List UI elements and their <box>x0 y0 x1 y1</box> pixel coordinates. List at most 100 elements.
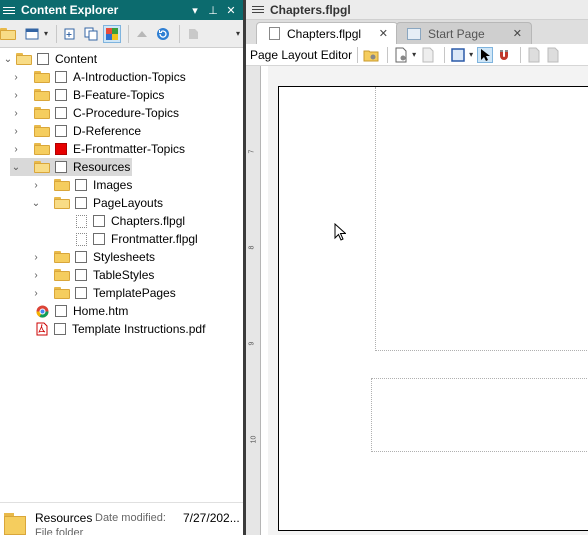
tree-item-label: E-Frontmatter-Topics <box>73 142 186 156</box>
checkbox[interactable] <box>75 287 87 299</box>
chevron-right-icon[interactable]: › <box>10 125 22 137</box>
chevron-right-icon[interactable]: › <box>10 143 22 155</box>
tree-item-e-frontmatter-topics[interactable]: › E-Frontmatter-Topics <box>10 140 240 158</box>
tree-item-stylesheets[interactable]: › Stylesheets <box>30 248 240 266</box>
tree-item-frontmatter-flpgl[interactable]: Frontmatter.flpgl <box>76 230 240 248</box>
tree-item-d-reference[interactable]: › D-Reference <box>10 122 240 140</box>
checkbox[interactable] <box>75 251 87 263</box>
chevron-right-icon[interactable]: › <box>30 269 42 281</box>
align-icon[interactable] <box>526 47 542 63</box>
dropdown-arrow-icon[interactable]: ▾ <box>189 4 201 17</box>
new-item-icon[interactable] <box>23 25 41 43</box>
tree-item-resources[interactable]: ⌄ Resources <box>10 158 132 176</box>
tree-item-tablestyles[interactable]: › TableStyles <box>30 266 240 284</box>
chevron-down-icon[interactable]: ⌄ <box>10 161 22 173</box>
tree-item-a-introduction-topics[interactable]: › A-Introduction-Topics <box>10 68 240 86</box>
tree-item-label: C-Procedure-Topics <box>73 106 180 120</box>
toolbar-separator <box>444 46 446 63</box>
page-layout-toolbar: Page Layout Editor ▾ ▾ <box>246 44 588 66</box>
checkbox[interactable] <box>55 125 67 137</box>
folder-open-icon <box>54 197 70 209</box>
close-icon[interactable]: ✕ <box>225 4 237 17</box>
chevron-right-icon[interactable]: › <box>10 107 22 119</box>
chevron-down-icon[interactable]: ⌄ <box>2 53 14 65</box>
tree-item-label: Chapters.flpgl <box>111 214 186 228</box>
tree-item-content[interactable]: ⌄ Content <box>2 50 242 68</box>
checkbox[interactable] <box>75 197 87 209</box>
page-icon[interactable] <box>393 47 409 63</box>
checkbox[interactable] <box>54 323 66 335</box>
copy-icon[interactable] <box>82 25 100 43</box>
chrome-icon <box>36 305 49 318</box>
details-pane: Resources Date modified: 7/27/202... Fil… <box>0 502 243 535</box>
folder-icon <box>34 107 50 119</box>
checkbox[interactable] <box>55 305 67 317</box>
chevron-down-icon[interactable]: ⌄ <box>30 197 42 209</box>
tree-item-label: B-Feature-Topics <box>73 88 165 102</box>
tab-chapters[interactable]: Chapters.flpgl ✕ <box>256 22 398 44</box>
checkbox[interactable] <box>75 269 87 281</box>
folder-settings-icon[interactable] <box>363 47 379 63</box>
checkbox[interactable] <box>55 89 67 101</box>
tree-item-label: Template Instructions.pdf <box>72 322 206 336</box>
frame-icon[interactable] <box>450 47 466 63</box>
refresh-icon[interactable] <box>154 25 172 43</box>
toolbar-separator <box>56 24 58 43</box>
checkbox[interactable] <box>75 179 87 191</box>
close-icon[interactable]: ✕ <box>379 27 388 40</box>
tree-item-label: A-Introduction-Topics <box>73 70 186 84</box>
add-topic-icon[interactable] <box>61 25 79 43</box>
toolbar-overflow-icon[interactable]: ▾ <box>236 29 240 38</box>
tree-item-chapters-flpgl[interactable]: Chapters.flpgl <box>76 212 240 230</box>
chevron-right-icon[interactable]: › <box>10 71 22 83</box>
chevron-down-icon[interactable]: ▾ <box>412 50 416 59</box>
magnet-icon[interactable] <box>496 47 512 63</box>
checkbox[interactable] <box>55 71 67 83</box>
tree-item-images[interactable]: › Images <box>30 176 240 194</box>
footer-frame[interactable] <box>371 378 588 452</box>
folder-icon <box>54 179 70 191</box>
tab-start-page[interactable]: Start Page ✕ <box>396 22 532 44</box>
document-title: Chapters.flpgl <box>270 2 351 17</box>
chevron-right-icon[interactable]: › <box>30 251 42 263</box>
tree-item-label: D-Reference <box>73 124 142 138</box>
tab-label: Chapters.flpgl <box>287 26 362 41</box>
pointer-icon[interactable] <box>477 46 494 63</box>
close-icon[interactable]: ✕ <box>513 27 522 40</box>
checkbox[interactable] <box>37 53 49 65</box>
chevron-right-icon[interactable]: › <box>30 179 42 191</box>
chevron-right-icon[interactable]: › <box>30 287 42 299</box>
body-frame[interactable] <box>375 87 588 351</box>
tree-item-label: Content <box>55 52 98 66</box>
properties-icon[interactable] <box>184 25 202 43</box>
pin-icon[interactable]: ⊥ <box>207 4 219 17</box>
chevron-down-icon[interactable]: ▾ <box>469 50 473 59</box>
tree-item-label: PageLayouts <box>93 196 164 210</box>
menu-icon[interactable] <box>3 6 15 14</box>
move-up-icon[interactable] <box>133 25 151 43</box>
tree-item-templatepages[interactable]: › TemplatePages <box>30 284 240 302</box>
ruler-number: 10 <box>250 435 258 444</box>
checkbox[interactable] <box>93 233 105 245</box>
checkbox[interactable] <box>55 107 67 119</box>
checkbox[interactable] <box>55 161 67 173</box>
tree-item-c-procedure-topics[interactable]: › C-Procedure-Topics <box>10 104 240 122</box>
chevron-down-icon[interactable]: ▾ <box>44 29 48 38</box>
layout-canvas[interactable] <box>268 66 588 535</box>
checkbox[interactable] <box>93 215 105 227</box>
document-header: Chapters.flpgl <box>246 0 588 20</box>
distribute-icon[interactable] <box>545 47 561 63</box>
red-status-checkbox[interactable] <box>55 143 67 155</box>
layout-page[interactable] <box>278 86 588 531</box>
properties-icon[interactable] <box>420 47 436 63</box>
menu-icon[interactable] <box>252 6 264 13</box>
chevron-right-icon[interactable]: › <box>10 89 22 101</box>
explorer-toolbar: ▾ ▾ <box>0 20 243 48</box>
tree-item-pagelayouts[interactable]: ⌄ PageLayouts <box>30 194 240 212</box>
color-grid-icon[interactable] <box>103 24 122 43</box>
tree-item-home-htm[interactable]: Home.htm <box>36 302 240 320</box>
folder-icon <box>54 287 70 299</box>
tree-item-b-feature-topics[interactable]: › B-Feature-Topics <box>10 86 240 104</box>
tree-item-template-instructions-pdf[interactable]: Template Instructions.pdf <box>36 320 240 338</box>
folder-icon[interactable] <box>0 25 16 43</box>
